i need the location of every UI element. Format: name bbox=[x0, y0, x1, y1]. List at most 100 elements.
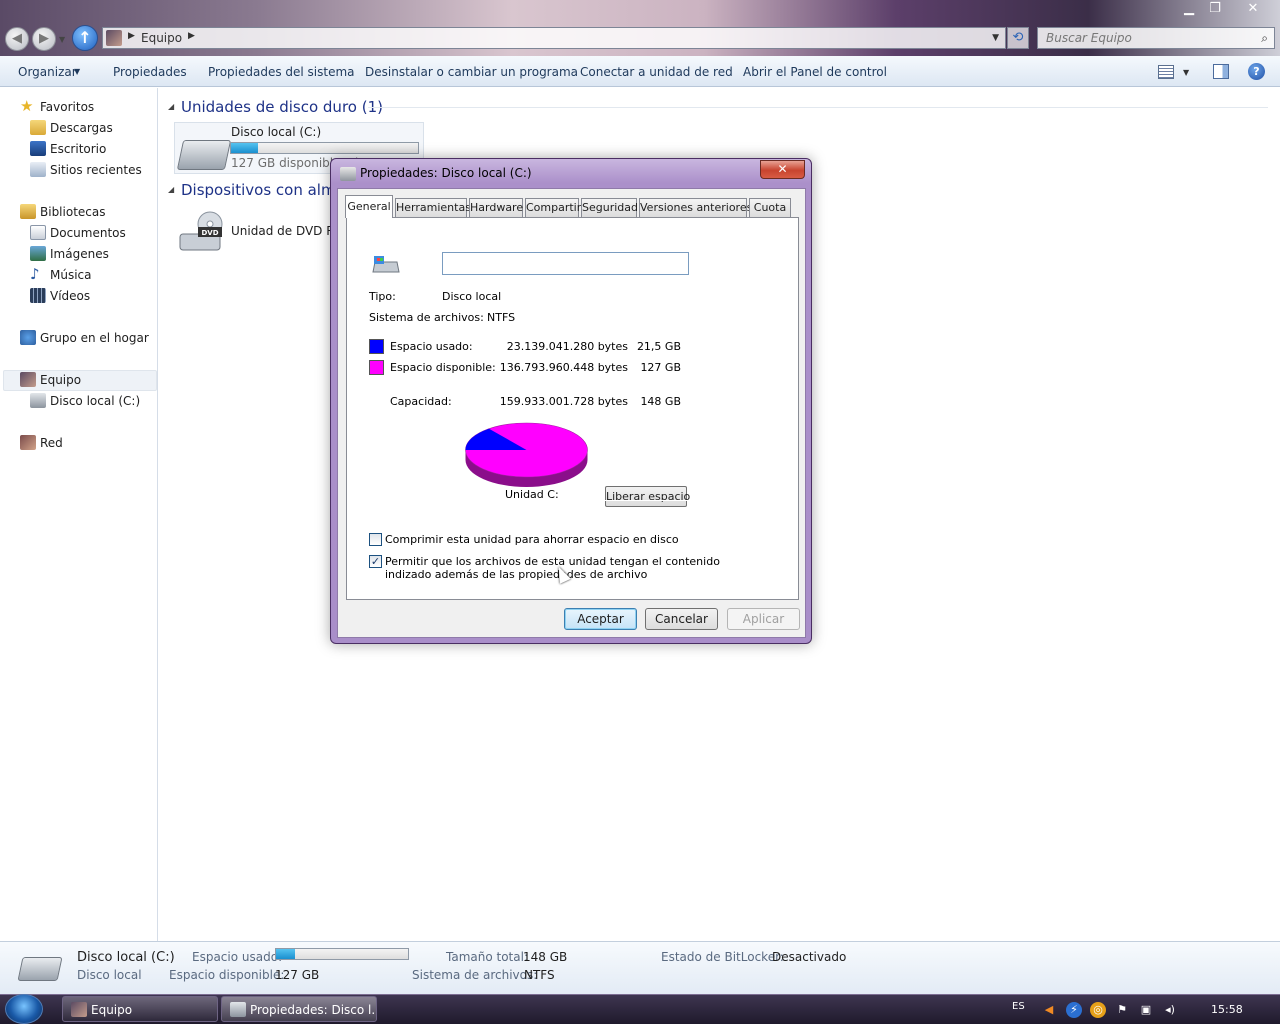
clock[interactable]: 15:58 bbox=[1211, 1003, 1243, 1016]
navigation-pane: ★ Favoritos Descargas Escritorio Sitios … bbox=[0, 88, 158, 941]
forward-button[interactable]: ▶ bbox=[32, 27, 56, 51]
collapse-group-icon[interactable]: ◢ bbox=[168, 102, 174, 111]
update-icon[interactable]: ◎ bbox=[1090, 1002, 1106, 1018]
drive-usage-bar bbox=[230, 142, 419, 154]
used-space-swatch bbox=[369, 339, 384, 354]
capacity-bytes: 159.933.001.728 bytes bbox=[499, 395, 628, 408]
change-view-icon[interactable] bbox=[1158, 65, 1174, 79]
tab-sharing[interactable]: Compartir bbox=[525, 198, 581, 217]
computer-icon bbox=[71, 1002, 87, 1017]
help-icon[interactable]: ? bbox=[1248, 63, 1265, 80]
details-usage-fill bbox=[276, 949, 296, 959]
details-filesystem-label: Sistema de archivos: bbox=[412, 968, 538, 982]
address-bar[interactable]: ▶ Equipo ▶ ▼ bbox=[102, 27, 1006, 49]
taskbar-item-properties[interactable]: Propiedades: Disco l... bbox=[221, 996, 377, 1022]
cancel-button[interactable]: Cancelar bbox=[645, 608, 718, 630]
details-drive-type: Disco local bbox=[77, 968, 142, 982]
hard-drive-icon bbox=[176, 140, 232, 170]
tab-hardware[interactable]: Hardware bbox=[469, 198, 523, 217]
uninstall-program-button[interactable]: Desinstalar o cambiar un programa bbox=[365, 65, 578, 79]
used-space-label: Espacio usado: bbox=[390, 340, 473, 353]
filesystem-label: Sistema de archivos: bbox=[369, 311, 484, 324]
dialog-close-button[interactable]: ✕ bbox=[760, 160, 805, 179]
separator bbox=[369, 331, 687, 332]
pictures-icon bbox=[30, 246, 46, 261]
view-dropdown-icon[interactable]: ▼ bbox=[1183, 68, 1189, 77]
compress-drive-checkbox[interactable] bbox=[369, 533, 382, 546]
breadcrumb-separator-icon[interactable]: ▶ bbox=[188, 31, 195, 41]
general-tab-panel: Tipo: Disco local Sistema de archivos: N… bbox=[346, 217, 799, 600]
chevron-down-icon[interactable]: ▼ bbox=[74, 67, 80, 76]
tab-security[interactable]: Seguridad bbox=[581, 198, 638, 217]
speaker-muted-icon[interactable]: ◀ bbox=[1041, 1002, 1057, 1018]
network-tray-icon[interactable]: ▣ bbox=[1138, 1002, 1154, 1018]
compress-drive-label[interactable]: Comprimir esta unidad para ahorrar espac… bbox=[385, 533, 679, 546]
organize-menu[interactable]: Organizar bbox=[18, 65, 77, 79]
search-icon[interactable]: ⌕ bbox=[1261, 31, 1268, 46]
dvd-drive-icon[interactable]: DVD bbox=[178, 210, 224, 252]
command-bar: Organizar ▼ Propiedades Propiedades del … bbox=[0, 56, 1280, 87]
refresh-button[interactable]: ⟲ bbox=[1007, 27, 1029, 49]
properties-button[interactable]: Propiedades bbox=[113, 65, 187, 79]
details-filesystem-value: NTFS bbox=[524, 968, 555, 982]
tab-quota[interactable]: Cuota bbox=[749, 198, 791, 217]
index-contents-label-line2[interactable]: indizado además de las propiedades de ar… bbox=[385, 568, 647, 581]
details-total-label: Tamaño total: bbox=[446, 950, 528, 964]
address-dropdown-icon[interactable]: ▼ bbox=[992, 33, 999, 43]
svg-text:DVD: DVD bbox=[201, 229, 218, 237]
map-network-drive-button[interactable]: Conectar a unidad de red bbox=[580, 65, 733, 79]
search-placeholder: Buscar Equipo bbox=[1046, 31, 1132, 45]
ok-button[interactable]: Aceptar bbox=[564, 608, 637, 630]
details-used-label: Espacio usado: bbox=[192, 950, 283, 964]
details-bitlocker-label: Estado de BitLocker: bbox=[661, 950, 784, 964]
tab-general[interactable]: General bbox=[345, 195, 393, 218]
up-button[interactable]: ↑ bbox=[72, 25, 98, 51]
power-icon[interactable]: ⚡ bbox=[1066, 1002, 1082, 1018]
index-contents-checkbox[interactable]: ✓ bbox=[369, 555, 382, 568]
breadcrumb-equipo[interactable]: Equipo bbox=[141, 31, 182, 45]
free-space-gb: 127 GB bbox=[640, 361, 681, 374]
maximize-button[interactable]: ❐ bbox=[1202, 0, 1228, 18]
used-space-gb: 21,5 GB bbox=[636, 340, 681, 353]
collapse-group-icon[interactable]: ◢ bbox=[168, 185, 174, 194]
star-icon: ★ bbox=[20, 97, 34, 115]
minimize-button[interactable]: ▁ bbox=[1176, 0, 1202, 18]
documents-icon bbox=[30, 225, 46, 240]
details-usage-bar bbox=[275, 948, 409, 960]
group-header-hard-drives[interactable]: Unidades de disco duro (1) bbox=[181, 98, 383, 116]
start-button[interactable] bbox=[5, 994, 43, 1024]
drive-name: Disco local (C:) bbox=[231, 125, 322, 139]
libraries-icon bbox=[20, 204, 36, 219]
music-icon: ♪ bbox=[30, 265, 40, 283]
window-titlebar: ▁ ❐ ✕ ◀ ▶ ▼ ↑ ▶ Equipo ▶ ▼ ⟲ Buscar Equi… bbox=[0, 0, 1280, 56]
open-control-panel-button[interactable]: Abrir el Panel de control bbox=[743, 65, 887, 79]
language-indicator[interactable]: ES bbox=[1012, 1001, 1025, 1012]
disk-cleanup-button[interactable]: Liberar espacio bbox=[605, 486, 690, 507]
type-value: Disco local bbox=[442, 290, 502, 303]
search-input[interactable]: Buscar Equipo ⌕ bbox=[1037, 27, 1275, 49]
tab-tools[interactable]: Herramientas bbox=[395, 198, 471, 217]
taskbar-item-explorer[interactable]: Equipo bbox=[62, 996, 218, 1022]
details-drive-name: Disco local (C:) bbox=[77, 950, 175, 965]
recent-places-icon bbox=[30, 162, 46, 177]
close-window-button[interactable]: ✕ bbox=[1236, 0, 1270, 18]
system-properties-button[interactable]: Propiedades del sistema bbox=[208, 65, 355, 79]
preview-pane-icon[interactable] bbox=[1213, 64, 1229, 79]
dialog-body: General Herramientas Hardware Compartir … bbox=[337, 188, 806, 638]
index-contents-label-line1[interactable]: Permitir que los archivos de esta unidad… bbox=[385, 555, 720, 568]
history-dropdown-icon[interactable]: ▼ bbox=[59, 35, 65, 44]
filesystem-value: NTFS bbox=[487, 311, 516, 324]
hard-drive-icon bbox=[372, 256, 400, 273]
back-button[interactable]: ◀ bbox=[5, 27, 29, 51]
action-center-icon[interactable]: ⚑ bbox=[1114, 1002, 1130, 1018]
capacity-gb: 148 GB bbox=[640, 395, 681, 408]
separator bbox=[369, 280, 687, 281]
breadcrumb-separator-icon[interactable]: ▶ bbox=[128, 31, 135, 41]
dialog-title: Propiedades: Disco local (C:) bbox=[360, 166, 532, 180]
tab-previous-versions[interactable]: Versiones anteriores bbox=[639, 198, 752, 217]
volume-label-input[interactable] bbox=[442, 252, 689, 275]
apply-button[interactable]: Aplicar bbox=[727, 608, 800, 630]
hard-drive-icon bbox=[30, 393, 46, 408]
properties-dialog: Propiedades: Disco local (C:) ✕ General … bbox=[330, 158, 812, 644]
volume-icon[interactable]: ◂) bbox=[1162, 1002, 1178, 1018]
